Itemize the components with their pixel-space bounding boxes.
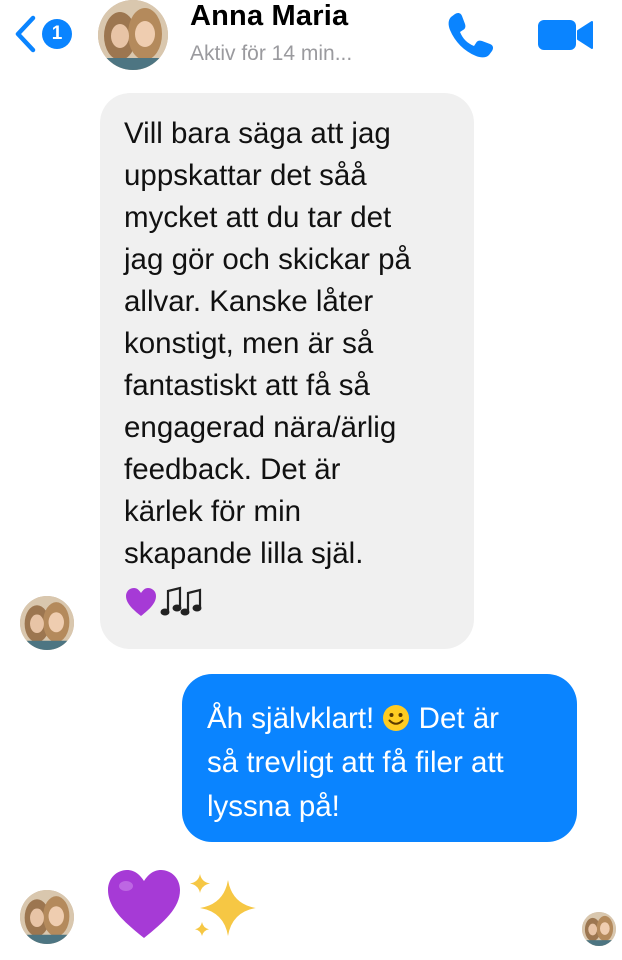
message-text-part: Åh självklart! — [207, 702, 375, 735]
video-call-button[interactable] — [536, 14, 596, 54]
active-status: Aktiv för 14 min... — [190, 42, 353, 65]
sparkles-icon[interactable] — [186, 870, 262, 946]
read-receipt-avatar — [582, 912, 616, 946]
outgoing-message-bubble[interactable]: Åh självklart! Det är så trevligt att få… — [182, 674, 577, 842]
video-camera-icon — [538, 20, 593, 50]
purple-heart-icon — [126, 588, 156, 616]
chevron-left-icon — [15, 15, 36, 53]
smiling-face-icon — [383, 705, 410, 731]
message-text: Vill bara säga att jag uppskattar det så… — [124, 117, 411, 570]
contact-name[interactable]: Anna Maria — [190, 0, 348, 33]
back-button[interactable]: 1 — [14, 12, 84, 56]
audio-call-button[interactable] — [445, 8, 497, 60]
unread-count-badge: 1 — [42, 19, 72, 49]
musical-notes-icon — [160, 586, 202, 616]
message-emoji-row — [124, 581, 452, 623]
sender-avatar[interactable] — [20, 596, 74, 650]
sender-avatar[interactable] — [20, 890, 74, 944]
contact-avatar[interactable] — [98, 0, 168, 70]
purple-heart-icon[interactable] — [104, 866, 184, 942]
phone-icon — [448, 12, 494, 58]
message-text: Åh självklart! Det är så trevligt att få… — [207, 697, 555, 829]
incoming-message-bubble[interactable]: Vill bara säga att jag uppskattar det så… — [100, 93, 474, 649]
chat-header: 1 Anna Maria Aktiv för 14 min... — [0, 0, 622, 80]
